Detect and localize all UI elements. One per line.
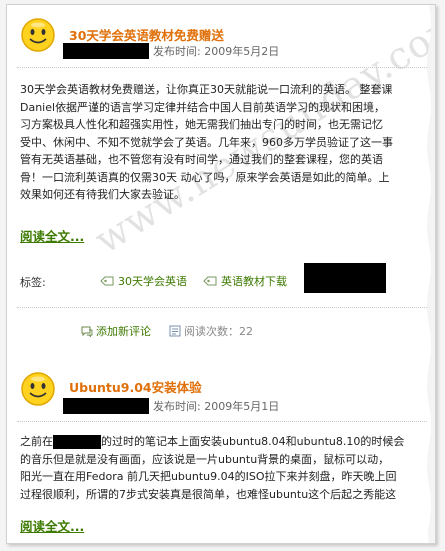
publish-time: 发布时间: 2009年5月2日 — [153, 45, 280, 58]
publish-time: 发布时间: 2009年5月1日 — [153, 400, 280, 413]
tag-icon — [100, 276, 114, 286]
redacted-text — [53, 435, 101, 449]
read-more-link[interactable]: 阅读全文... — [20, 516, 84, 535]
post-meta: 发布时间: 2009年5月2日 — [63, 43, 279, 60]
post-body: 30天学会英语教材免费赠送，让你真正30天就能说一口流利的英语。 整套课 Dan… — [20, 81, 435, 204]
divider — [17, 307, 427, 308]
body-text: 之前在 — [20, 435, 53, 448]
smiley-avatar-icon — [21, 18, 55, 52]
smiley-avatar-icon — [21, 372, 55, 406]
body-line: 过程很顺利，所谓的7步式安装真是很简单，也难怪ubuntu这个后起之秀能这 — [20, 487, 397, 501]
tag-link[interactable]: 英语教材下载 — [203, 273, 287, 289]
body-line: 阳光一直在用Fedora 前几天把ubuntu9.04的ISO拉下来并刻盘，昨天… — [20, 470, 397, 483]
body-line: 效果如何还有待我们大家去验证。 — [20, 188, 185, 201]
body-line: 30天学会英语教材免费赠送，让你真正30天就能说一口流利的英语。 整套课 — [20, 83, 393, 96]
divider — [17, 67, 427, 68]
body-line: Daniel依据严谨的语言学习定律并结合中国人目前英语学习的现状和困境， — [20, 100, 386, 114]
read-more-link[interactable]: 阅读全文... — [20, 226, 84, 245]
post-title[interactable]: Ubuntu9.04安装体验 — [69, 377, 202, 396]
blog-page: www.newsunday.com 30天学会英语教材免费赠送 发布时间: 20… — [6, 4, 436, 544]
tag-link[interactable]: 30天学会英语 — [100, 273, 187, 289]
tag-icon — [203, 276, 217, 286]
torn-edge — [427, 5, 435, 543]
read-count-label: 阅读次数：22 — [184, 325, 253, 338]
tag-label: 30天学会英语 — [118, 275, 187, 288]
post-meta: 发布时间: 2009年5月1日 — [63, 398, 279, 415]
tag-label: 英语教材下载 — [221, 275, 287, 288]
post-body: 之前在 的过时的笔记本上面安装ubuntu8.04和ubuntu8.10的时候会 … — [20, 433, 435, 503]
body-line: 之前在 的过时的笔记本上面安装ubuntu8.04和ubuntu8.10的时候会 — [20, 433, 435, 451]
add-comment-label: 添加新评论 — [96, 325, 151, 338]
comment-icon — [81, 326, 93, 337]
redacted-block — [304, 263, 386, 293]
read-count: 阅读次数：22 — [169, 323, 253, 339]
body-line: 的音乐但是就是没有画面，应该说是一片ubuntu背景的桌面，鼠标可以动， — [20, 452, 390, 466]
read-count-icon — [169, 325, 181, 337]
redacted-author — [63, 398, 149, 414]
body-line: 受中、休闲中、不知不觉就学会了英语。几年来，960多万学员验证了这一事 — [20, 135, 393, 149]
add-comment-link[interactable]: 添加新评论 — [81, 323, 151, 339]
tags-label: 标签: — [20, 276, 46, 289]
body-line: 管有无英语基础，也不管您有没有时间学，通过我们的整套课程，您的英语 — [20, 153, 383, 166]
body-text: 的过时的笔记本上面安装ubuntu8.04和ubuntu8.10的时候会 — [101, 435, 405, 448]
redacted-author — [63, 43, 149, 59]
divider — [17, 421, 427, 422]
body-line: 习方案极具人性化和超强实用性，她无需我们抽出专门的时间，也无需记忆 — [20, 118, 383, 131]
post-title[interactable]: 30天学会英语教材免费赠送 — [69, 25, 224, 44]
body-line: 骨！一口流利英语真的仅需30天 动心了吗，原来学会英语是如此的简单。上 — [20, 170, 390, 184]
